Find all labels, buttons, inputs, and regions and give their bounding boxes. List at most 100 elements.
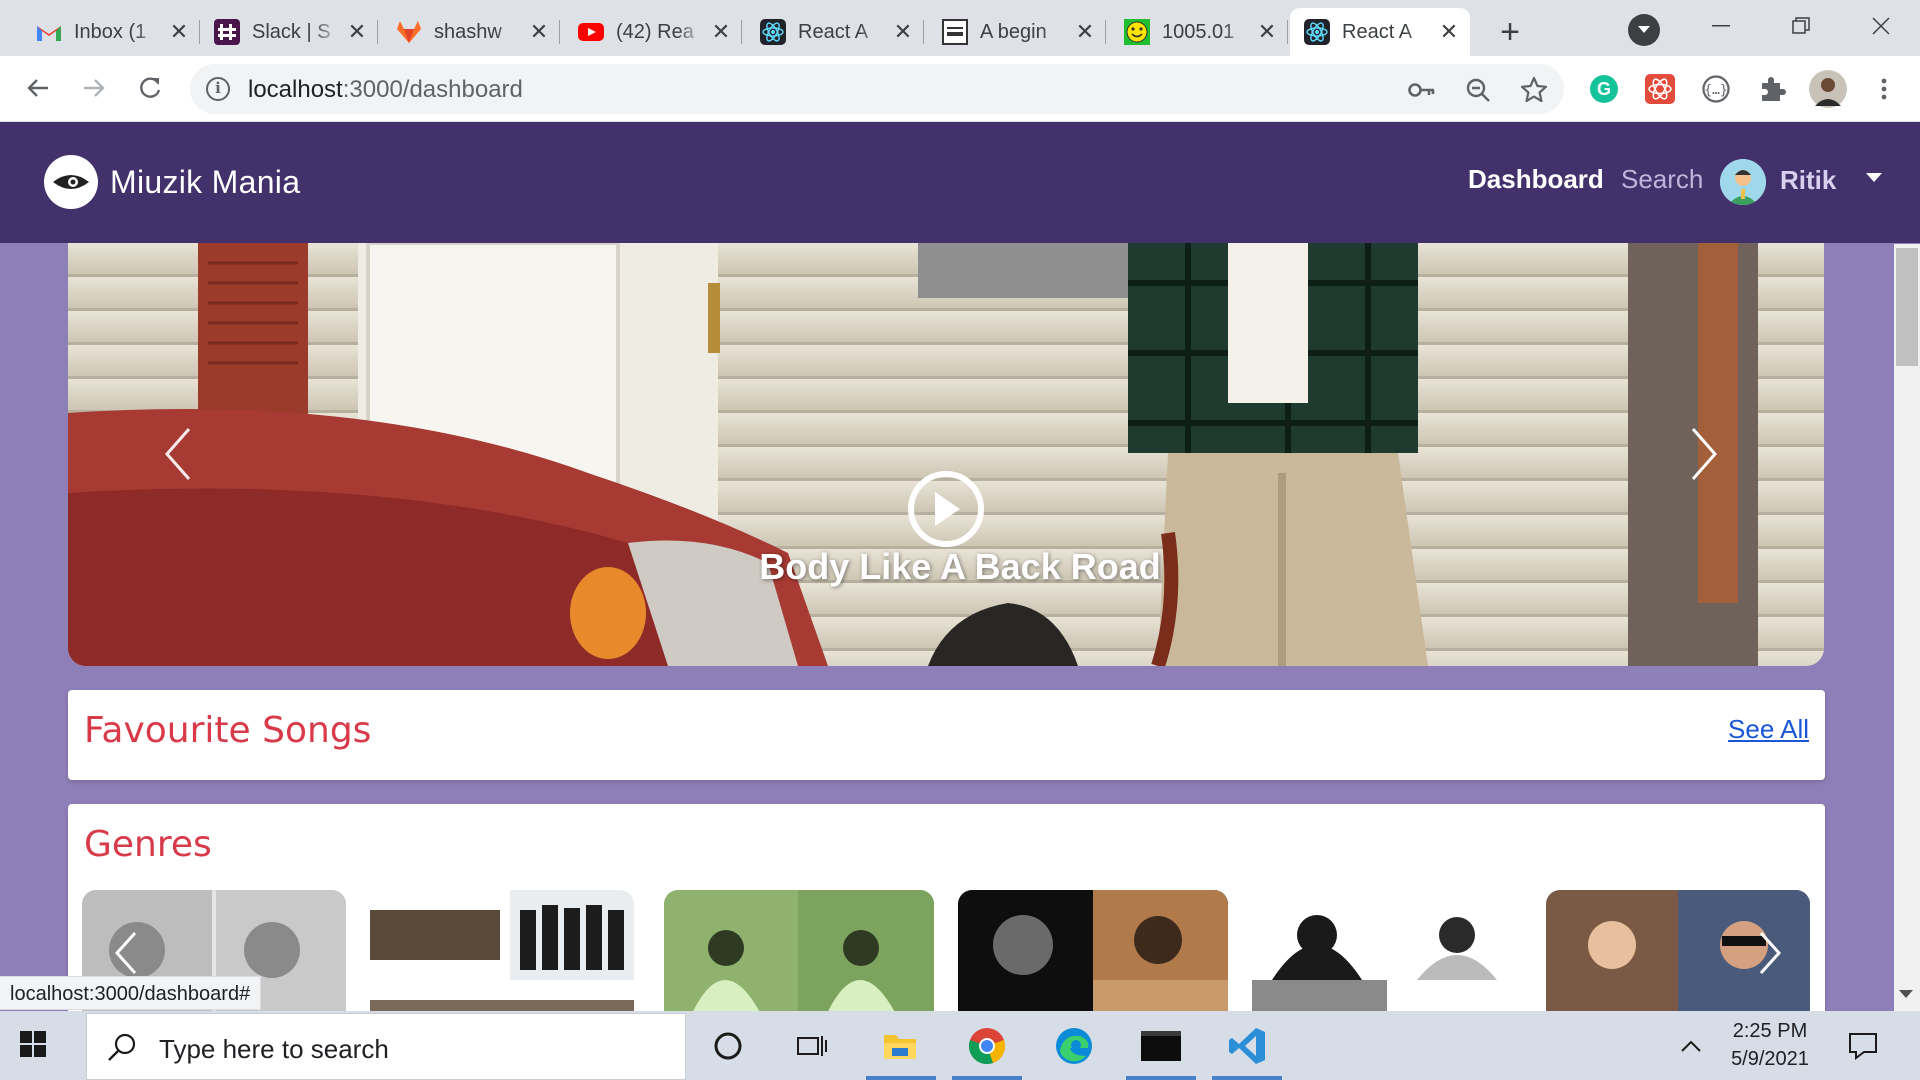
back-button[interactable]	[20, 70, 56, 106]
tab-react-active[interactable]: React A ✕	[1290, 8, 1470, 56]
vscode-icon	[1229, 1028, 1265, 1064]
tab-smiley[interactable]: 1005.01 ✕	[1110, 8, 1288, 56]
see-all-link[interactable]: See All	[1728, 714, 1809, 745]
tab-writethedocs[interactable]: A begin ✕	[928, 8, 1106, 56]
key-icon[interactable]	[1408, 76, 1436, 104]
reload-button[interactable]	[132, 70, 168, 106]
profile-avatar[interactable]	[1808, 69, 1848, 109]
notification-icon	[1849, 1033, 1877, 1060]
nav-dashboard-link[interactable]: Dashboard	[1468, 164, 1604, 195]
nav-search-link[interactable]: Search	[1621, 164, 1703, 195]
extensions-puzzle-icon[interactable]	[1756, 73, 1788, 105]
active-app-indicator	[1212, 1076, 1282, 1080]
arrow-left-icon	[27, 79, 48, 97]
close-icon	[1872, 17, 1890, 35]
hero-carousel	[68, 243, 1824, 666]
tab-slack[interactable]: Slack | S ✕	[200, 8, 378, 56]
close-icon[interactable]: ✕	[1256, 19, 1278, 44]
genre-tile[interactable]	[664, 890, 934, 1011]
vscode-taskbar-button[interactable]	[1222, 1021, 1272, 1071]
close-icon[interactable]: ✕	[346, 19, 368, 44]
close-icon[interactable]: ✕	[168, 19, 190, 44]
brand-logo-icon[interactable]	[44, 155, 98, 209]
reload-icon	[140, 77, 161, 98]
genres-prev-button[interactable]	[108, 928, 144, 978]
minimize-button[interactable]	[1686, 4, 1756, 48]
scrollbar-thumb[interactable]	[1896, 248, 1918, 366]
close-icon[interactable]: ✕	[1438, 19, 1460, 44]
show-hidden-icons-button[interactable]	[1666, 1021, 1716, 1071]
genre-tile[interactable]	[1252, 890, 1522, 1011]
chevron-down-icon	[1638, 26, 1650, 33]
user-avatar[interactable]	[1720, 159, 1766, 205]
tab-search-button[interactable]	[1628, 14, 1660, 46]
brand-name[interactable]: Miuzik Mania	[110, 164, 300, 201]
genre-tile[interactable]	[370, 890, 634, 1011]
new-tab-button[interactable]: +	[1492, 13, 1528, 51]
close-icon[interactable]: ✕	[892, 19, 914, 44]
writethedocs-icon	[942, 19, 968, 45]
cortana-circle-icon	[714, 1032, 742, 1060]
tab-title: shashw	[434, 20, 502, 43]
cortana-button[interactable]	[703, 1021, 753, 1071]
play-button[interactable]	[908, 471, 984, 547]
windows-start-button[interactable]	[20, 1031, 50, 1061]
browser-tab-strip: Inbox (1 ✕ Slack | S ✕ shashw ✕ (42) Rea…	[0, 0, 1920, 56]
close-icon[interactable]: ✕	[710, 19, 732, 44]
chevron-left-icon	[165, 428, 191, 480]
user-name[interactable]: Ritik	[1780, 165, 1836, 196]
taskbar-search-box[interactable]: Type here to search	[86, 1013, 686, 1080]
scroll-down-arrow-icon[interactable]	[1899, 990, 1913, 998]
edge-taskbar-button[interactable]	[1049, 1021, 1099, 1071]
react-devtools-icon[interactable]	[1644, 73, 1676, 105]
carousel-next-button[interactable]	[1682, 419, 1726, 489]
chrome-taskbar-button[interactable]	[962, 1021, 1012, 1071]
address-bar[interactable]: localhost:3000/dashboard	[190, 64, 1564, 114]
genres-next-button[interactable]	[1752, 928, 1788, 978]
info-icon[interactable]	[206, 77, 230, 101]
task-view-button[interactable]	[787, 1021, 837, 1071]
active-app-indicator	[952, 1076, 1022, 1080]
carousel-prev-button[interactable]	[156, 419, 200, 489]
arrow-right-icon	[84, 79, 105, 97]
action-center-button[interactable]	[1838, 1021, 1888, 1071]
grammarly-icon[interactable]: G	[1588, 73, 1620, 105]
kebab-menu-icon	[1881, 78, 1887, 100]
app-navbar: Miuzik Mania Dashboard Search Ritik	[0, 122, 1920, 243]
play-icon	[935, 492, 960, 526]
bookmark-star-icon[interactable]	[1520, 76, 1548, 104]
restore-button[interactable]	[1766, 4, 1836, 48]
chrome-menu-button[interactable]	[1868, 73, 1900, 105]
file-explorer-button[interactable]	[875, 1021, 925, 1071]
terminal-taskbar-button[interactable]	[1136, 1021, 1186, 1071]
system-clock[interactable]: 2:25 PM 5/9/2021	[1730, 1017, 1810, 1073]
windows-logo-icon	[20, 1031, 46, 1057]
clock-time: 2:25 PM	[1732, 1020, 1808, 1042]
tab-title: Slack | S	[252, 20, 331, 43]
edge-icon	[1056, 1028, 1092, 1064]
zoom-icon[interactable]	[1464, 76, 1492, 104]
restore-icon	[1792, 17, 1810, 34]
tab-gmail[interactable]: Inbox (1 ✕	[22, 8, 200, 56]
task-view-icon	[797, 1036, 827, 1056]
tab-gitlab[interactable]: shashw ✕	[382, 8, 560, 56]
close-icon[interactable]: ✕	[1074, 19, 1096, 44]
tab-youtube[interactable]: (42) Rea ✕	[564, 8, 742, 56]
forward-button[interactable]	[76, 70, 112, 106]
close-icon[interactable]: ✕	[528, 19, 550, 44]
json-viewer-icon[interactable]: {…}	[1700, 73, 1732, 105]
tab-react-1[interactable]: React A ✕	[746, 8, 924, 56]
chevron-right-icon	[1759, 931, 1782, 975]
search-icon	[108, 1033, 136, 1061]
tab-title: React A	[1342, 20, 1413, 43]
taskbar-search-placeholder: Type here to search	[159, 1034, 389, 1064]
folder-icon	[884, 1035, 916, 1059]
genres-title: Genres	[84, 824, 212, 865]
close-window-button[interactable]	[1846, 4, 1916, 48]
genre-tile[interactable]	[958, 890, 1228, 1011]
terminal-icon	[1141, 1031, 1181, 1061]
gitlab-icon	[396, 19, 422, 45]
gmail-icon	[36, 19, 62, 45]
caret-down-icon[interactable]	[1866, 173, 1882, 182]
svg-text:G: G	[1597, 79, 1611, 99]
